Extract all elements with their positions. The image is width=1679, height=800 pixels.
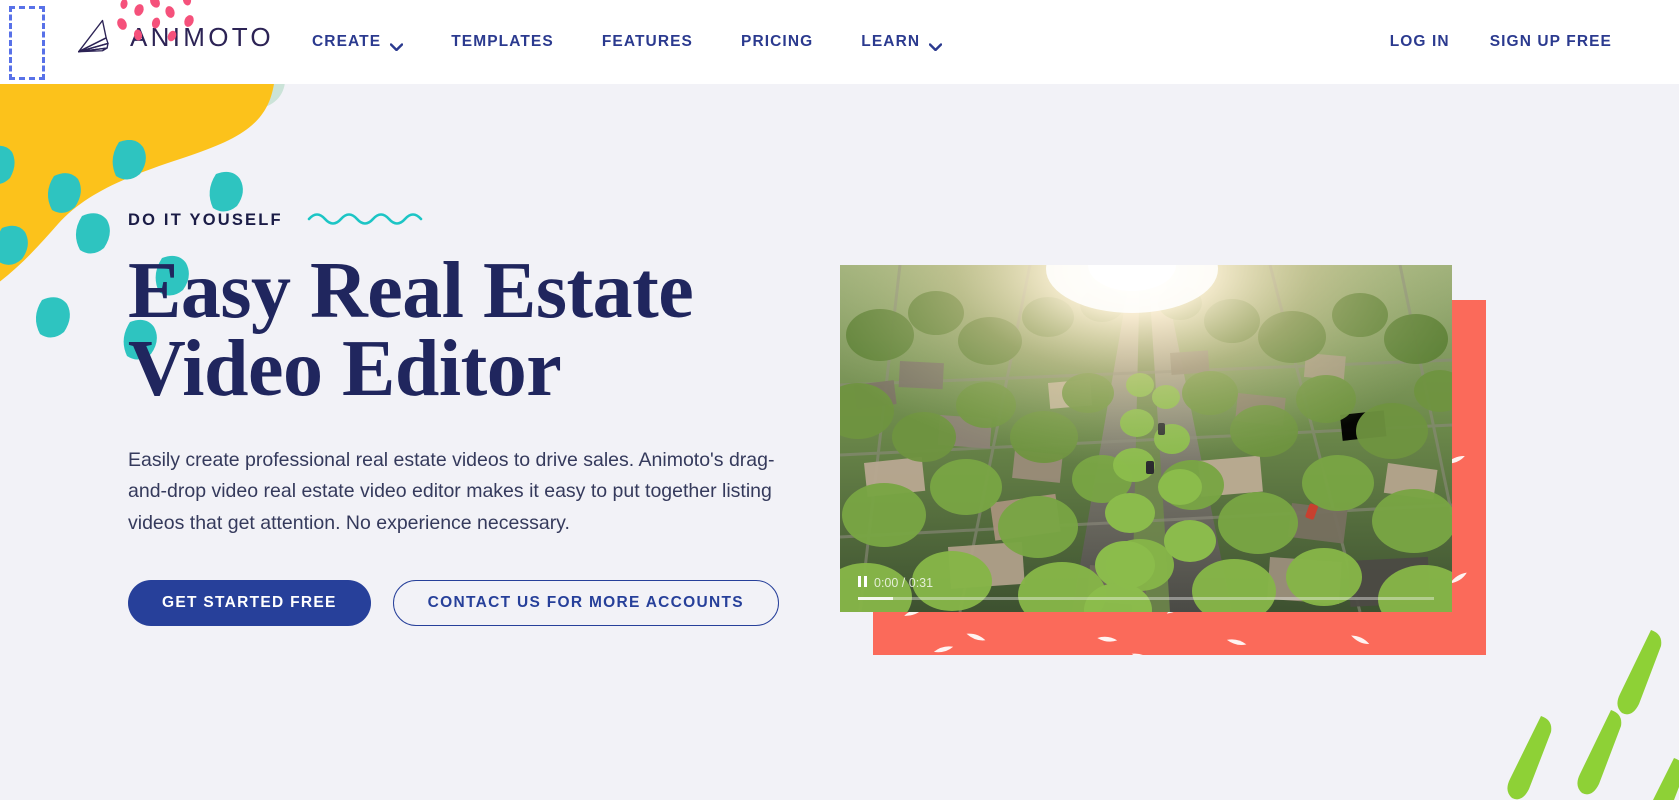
hero-subcopy: Easily create professional real estate v… — [128, 448, 775, 534]
green-brush-stroke-decoration — [1469, 630, 1679, 800]
chevron-down-icon — [389, 38, 404, 52]
nav-label: FEATURES — [601, 33, 693, 50]
video-timestamp: 0:00 / 0:31 — [874, 576, 934, 590]
video-controls[interactable]: 0:00 / 0:31 — [840, 566, 1452, 612]
neighborhood-aerial-image — [840, 265, 1452, 612]
dashed-focus-box-icon — [9, 6, 45, 80]
animoto-logo[interactable]: ANIMOTO — [75, 15, 274, 59]
video-progress-fill — [858, 597, 893, 600]
nav-item-learn[interactable]: LEARN — [861, 33, 943, 52]
nav-item-templates[interactable]: TEMPLATES — [451, 33, 554, 51]
headline-line-1: Easy Real Estate — [128, 247, 694, 335]
account-navigation: LOG IN SIGN UP FREE — [1390, 0, 1612, 84]
video-progress-bar[interactable] — [858, 597, 1434, 600]
sign-up-free-link[interactable]: SIGN UP FREE — [1490, 33, 1612, 51]
hero-eyebrow-row: DO IT YOUSELF — [128, 206, 828, 234]
nav-label: TEMPLATES — [451, 33, 554, 50]
animoto-paper-plane-icon — [75, 15, 119, 59]
nav-item-create[interactable]: CREATE — [312, 33, 404, 52]
hero-media: 0:00 / 0:31 — [840, 265, 1500, 655]
chevron-down-icon — [928, 38, 943, 52]
contact-us-button[interactable]: CONTACT US FOR MORE ACCOUNTS — [392, 579, 779, 626]
nav-label: CREATE — [312, 33, 382, 50]
animoto-wordmark: ANIMOTO — [130, 21, 274, 52]
nav-label: PRICING — [741, 33, 814, 50]
get-started-free-button[interactable]: GET STARTED FREE — [128, 579, 371, 626]
video-player[interactable]: 0:00 / 0:31 — [840, 265, 1452, 612]
headline-line-2: Video Editor — [128, 325, 562, 414]
nav-label: LEARN — [861, 33, 921, 50]
log-in-link[interactable]: LOG IN — [1390, 33, 1450, 51]
hero-eyebrow: DO IT YOUSELF — [128, 210, 283, 229]
hero-content: DO IT YOUSELF Easy Real Estate Video Edi… — [128, 206, 828, 626]
pause-icon[interactable] — [858, 576, 867, 590]
page-title: Easy Real Estate Video Editor — [128, 247, 828, 414]
wavy-line-icon — [307, 210, 435, 231]
nav-item-features[interactable]: FEATURES — [602, 33, 693, 51]
primary-navigation: CREATE TEMPLATES FEATURES PRICING LEARN — [312, 0, 943, 84]
hero-cta-row: GET STARTED FREE CONTACT US FOR MORE ACC… — [128, 579, 828, 626]
nav-item-pricing[interactable]: PRICING — [741, 33, 813, 51]
video-time-display: 0:00 / 0:31 — [858, 576, 933, 590]
